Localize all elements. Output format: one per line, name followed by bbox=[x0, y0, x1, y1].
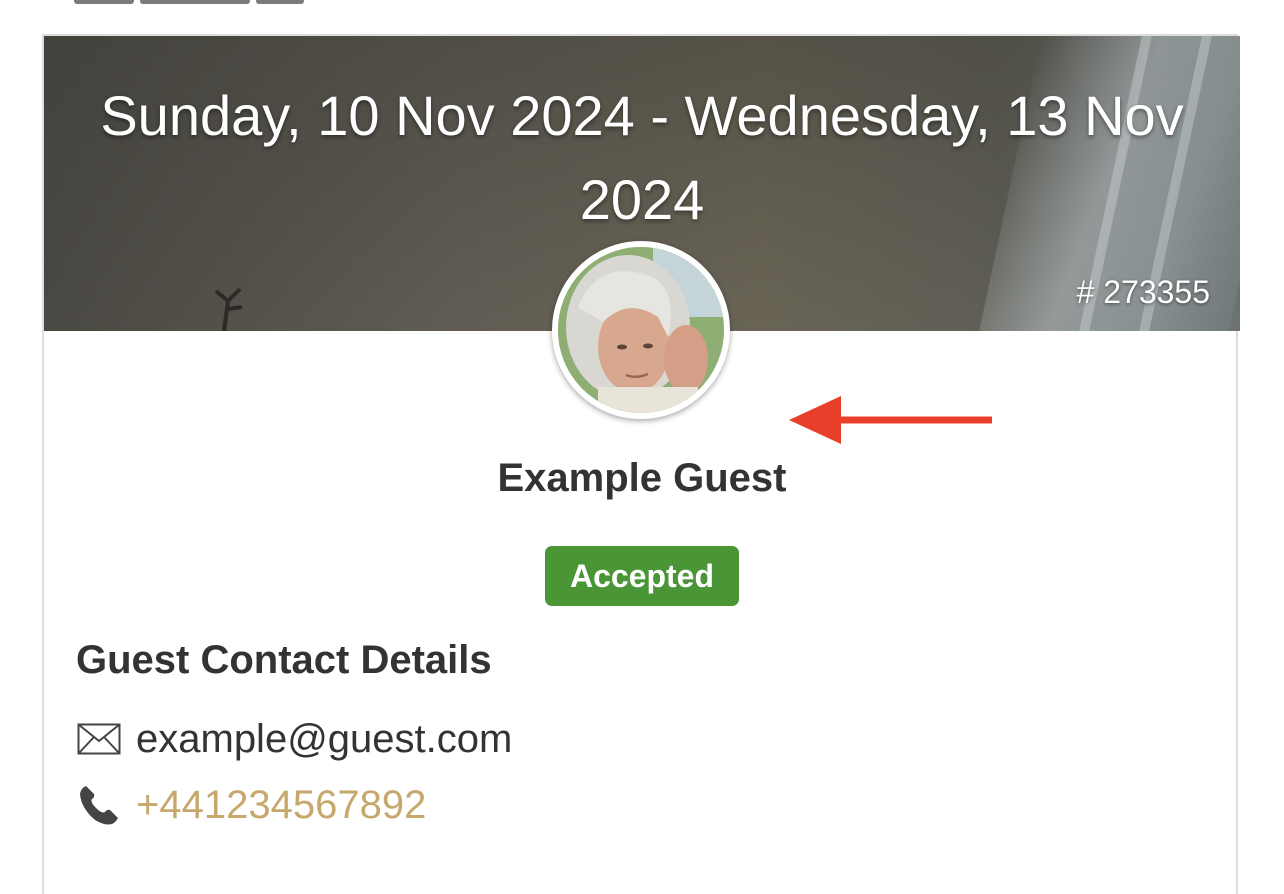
email-row: example@guest.com bbox=[76, 714, 512, 764]
annotation-arrow bbox=[789, 396, 992, 444]
booking-reference: # 273355 bbox=[1076, 274, 1210, 310]
phone-icon bbox=[76, 782, 122, 828]
guest-name: Example Guest bbox=[497, 456, 787, 500]
guest-phone-link[interactable]: +441234567892 bbox=[136, 783, 426, 828]
envelope-icon bbox=[76, 716, 122, 762]
booking-date-range: Sunday, 10 Nov 2024 - Wednesday, 13 Nov … bbox=[100, 84, 1184, 231]
banner-background-plant bbox=[214, 287, 243, 331]
guest-avatar bbox=[552, 241, 730, 419]
clipped-text-fragment bbox=[74, 0, 374, 8]
contact-details-heading: Guest Contact Details bbox=[76, 638, 492, 682]
guest-email[interactable]: example@guest.com bbox=[136, 717, 512, 762]
phone-row: +441234567892 bbox=[76, 780, 426, 830]
clipped-header-area bbox=[0, 0, 1284, 34]
status-badge: Accepted bbox=[545, 546, 739, 606]
booking-card: Sunday, 10 Nov 2024 - Wednesday, 13 Nov … bbox=[42, 34, 1240, 894]
guest-portrait-icon bbox=[558, 247, 724, 413]
